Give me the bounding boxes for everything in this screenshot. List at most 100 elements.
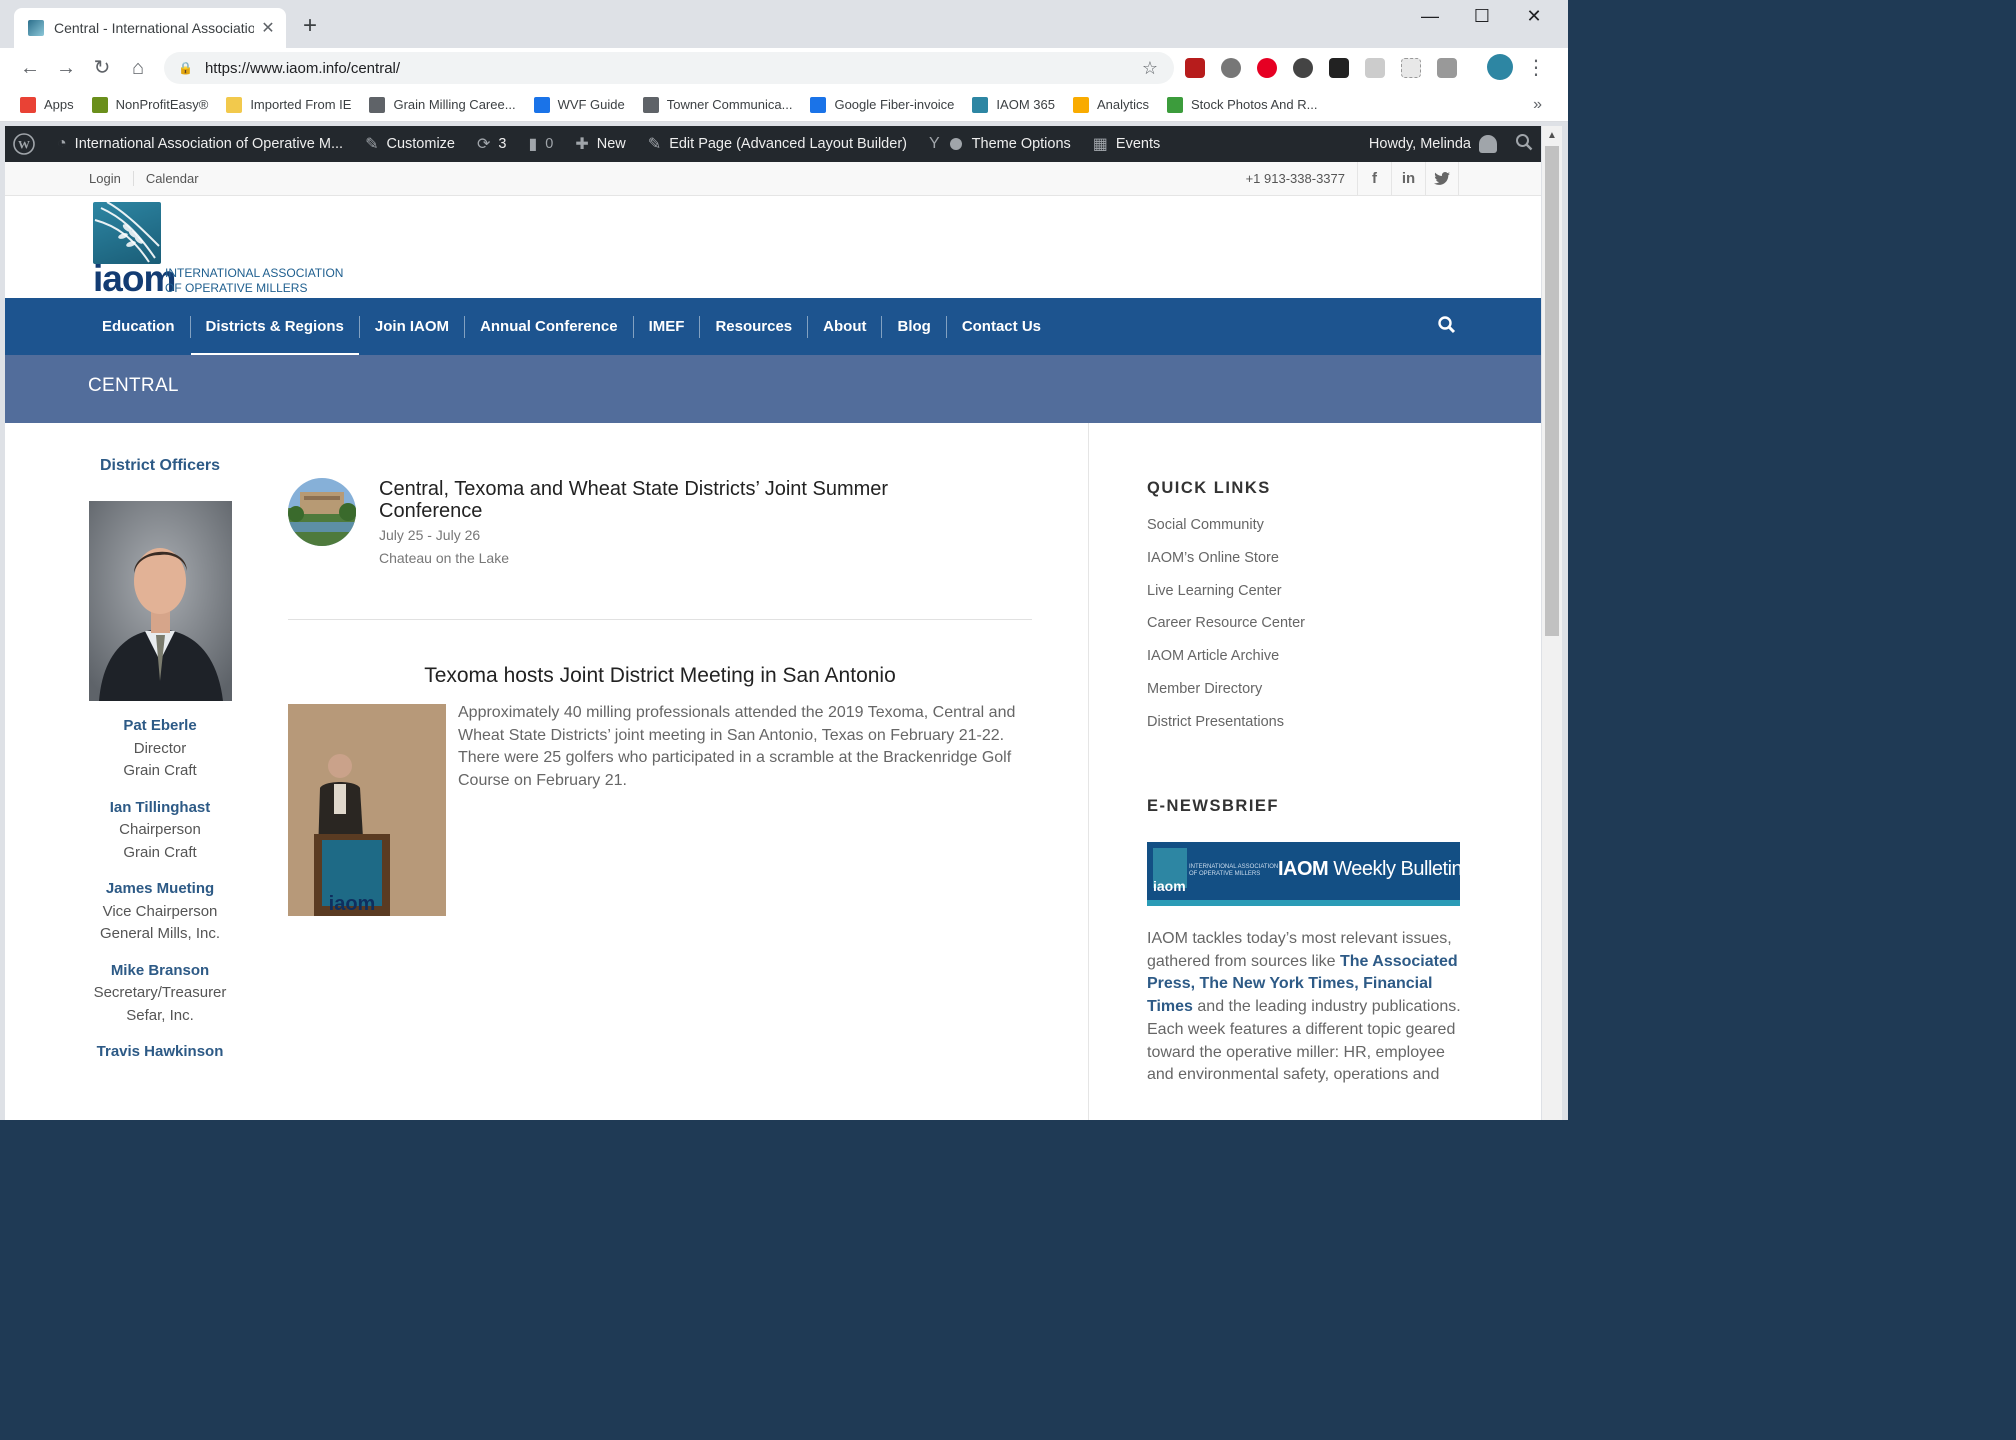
- twitter-icon[interactable]: [1425, 162, 1459, 196]
- admin-site-name[interactable]: ◔ International Association of Operative…: [57, 135, 343, 153]
- apps-grid-icon: [20, 96, 36, 113]
- extension-icon[interactable]: [1401, 58, 1421, 78]
- minimize-window-button[interactable]: —: [1406, 4, 1454, 28]
- bookmark-label: Grain Milling Caree...: [393, 97, 516, 112]
- officer-role: Chairperson: [119, 821, 201, 838]
- banner-title: IAOM Weekly Bulletin: [1278, 858, 1460, 881]
- nav-item-about[interactable]: About: [807, 315, 881, 338]
- news-photo[interactable]: iaom: [288, 704, 446, 916]
- extension-icon[interactable]: [1437, 58, 1457, 78]
- bookmark-star-icon[interactable]: ☆: [1142, 58, 1158, 79]
- maximize-window-button[interactable]: ☐: [1458, 4, 1506, 28]
- event-item[interactable]: Central, Texoma and Wheat State District…: [288, 460, 1032, 620]
- bookmark-item[interactable]: Grain Milling Caree...: [369, 96, 516, 113]
- nav-item-annual-conference[interactable]: Annual Conference: [464, 315, 633, 338]
- wordpress-logo-icon[interactable]: W: [13, 133, 35, 155]
- bookmark-item[interactable]: IAOM 365: [972, 96, 1055, 113]
- event-dates: July 25 - July 26: [379, 527, 481, 543]
- weekly-bulletin-banner[interactable]: INTERNATIONAL ASSOCIATION OF OPERATIVE M…: [1147, 842, 1460, 906]
- district-officers-heading[interactable]: District Officers: [85, 457, 235, 475]
- nav-item-imef[interactable]: IMEF: [632, 315, 700, 338]
- admin-new[interactable]: ✚ New: [575, 134, 625, 154]
- extension-icon[interactable]: [1221, 58, 1241, 78]
- admin-updates[interactable]: ⟳ 3: [477, 134, 506, 154]
- bookmark-item[interactable]: Towner Communica...: [642, 96, 792, 113]
- close-tab-icon[interactable]: ✕: [260, 18, 276, 38]
- officer-company: Grain Craft: [123, 843, 197, 861]
- folder-icon: [226, 96, 243, 113]
- nav-item-education[interactable]: Education: [87, 316, 190, 338]
- admin-comments[interactable]: ▮ 0: [528, 134, 553, 154]
- quick-link[interactable]: IAOM Article Archive: [1147, 646, 1305, 679]
- page-scrollbar[interactable]: ▲: [1542, 126, 1562, 1120]
- site-logo[interactable]: iaom INTERNATIONAL ASSOCIATION OF OPERAT…: [93, 202, 343, 299]
- nav-item-join-iaom[interactable]: Join IAOM: [358, 315, 464, 338]
- more-bookmarks-icon[interactable]: »: [1533, 96, 1542, 114]
- officer-name[interactable]: Pat Eberle: [85, 715, 235, 738]
- browser-tab[interactable]: Central - International Associatio ✕: [14, 8, 286, 48]
- logo-fullname: INTERNATIONAL ASSOCIATION OF OPERATIVE M…: [165, 266, 343, 296]
- calendar-link[interactable]: Calendar: [146, 171, 211, 186]
- admin-edit-page[interactable]: ✎ Edit Page (Advanced Layout Builder): [648, 134, 907, 154]
- pencil-icon: ✎: [647, 136, 662, 153]
- svg-text:W: W: [18, 138, 30, 152]
- event-thumbnail[interactable]: [288, 478, 356, 546]
- home-icon[interactable]: ⌂: [126, 56, 150, 80]
- news-title[interactable]: Texoma hosts Joint District Meeting in S…: [288, 664, 1032, 688]
- login-link[interactable]: Login: [89, 171, 134, 186]
- facebook-icon[interactable]: f: [1357, 162, 1391, 196]
- admin-theme-options-label: Theme Options: [971, 136, 1071, 152]
- bookmark-item[interactable]: Analytics: [1072, 96, 1149, 113]
- quick-link[interactable]: Live Learning Center: [1147, 581, 1305, 614]
- bookmark-item[interactable]: NonProfitEasy®: [91, 96, 208, 113]
- officer-name[interactable]: James Mueting: [85, 878, 235, 901]
- quick-link[interactable]: Member Directory: [1147, 679, 1305, 712]
- back-arrow-icon[interactable]: ←: [18, 56, 42, 80]
- scrollbar-thumb[interactable]: [1545, 146, 1559, 636]
- quick-link[interactable]: Social Community: [1147, 515, 1305, 548]
- pinterest-extension-icon[interactable]: [1257, 58, 1277, 78]
- event-title[interactable]: Central, Texoma and Wheat State District…: [379, 478, 979, 522]
- bookmark-item[interactable]: Google Fiber-invoice: [810, 96, 954, 113]
- user-avatar-icon[interactable]: [1479, 135, 1497, 153]
- fiber-icon: [810, 96, 827, 113]
- acrobat-extension-icon[interactable]: [1185, 58, 1205, 78]
- bookmark-item[interactable]: WVF Guide: [533, 96, 625, 113]
- page-title-bar: CENTRAL: [5, 355, 1541, 423]
- bookmark-item[interactable]: Stock Photos And R...: [1166, 96, 1318, 113]
- address-bar[interactable]: 🔒 https://www.iaom.info/central/ ☆: [164, 52, 1174, 84]
- linkedin-icon[interactable]: in: [1391, 162, 1425, 196]
- nav-item-districts-regions[interactable]: Districts & Regions: [189, 315, 360, 356]
- officer-name[interactable]: Travis Hawkinson: [85, 1041, 235, 1064]
- lock-icon: 🔒: [178, 61, 193, 75]
- scroll-up-arrow-icon[interactable]: ▲: [1547, 130, 1557, 141]
- admin-customize[interactable]: ✎ Customize: [365, 134, 455, 154]
- nav-item-resources[interactable]: Resources: [699, 315, 807, 338]
- quick-link[interactable]: Career Resource Center: [1147, 613, 1305, 646]
- search-icon[interactable]: [1437, 315, 1459, 337]
- extension-icon[interactable]: [1365, 58, 1385, 78]
- banner-small-line-2: OF OPERATIVE MILLERS: [1189, 871, 1261, 877]
- extension-icon[interactable]: [1293, 58, 1313, 78]
- forward-arrow-icon[interactable]: →: [54, 56, 78, 80]
- close-window-button[interactable]: ✕: [1510, 4, 1558, 28]
- quick-link[interactable]: IAOM’s Online Store: [1147, 548, 1305, 581]
- yoast-seo-icon[interactable]: Y: [929, 135, 962, 153]
- quick-link[interactable]: District Presentations: [1147, 712, 1305, 745]
- nav-item-contact-us[interactable]: Contact Us: [945, 315, 1056, 338]
- nav-item-blog[interactable]: Blog: [881, 315, 945, 338]
- admin-howdy[interactable]: Howdy, Melinda: [1369, 136, 1471, 152]
- reload-icon[interactable]: ↻: [90, 56, 114, 80]
- admin-events[interactable]: ▦ Events: [1093, 134, 1160, 154]
- new-tab-button[interactable]: +: [298, 14, 322, 38]
- layers-extension-icon[interactable]: [1329, 58, 1349, 78]
- officer-name[interactable]: Ian Tillinghast: [85, 797, 235, 820]
- admin-theme-options[interactable]: Theme Options: [972, 136, 1071, 152]
- profile-avatar[interactable]: [1487, 54, 1513, 80]
- officer-name[interactable]: Mike Branson: [85, 960, 235, 983]
- admin-search-icon[interactable]: [1515, 133, 1533, 155]
- bookmark-item[interactable]: Apps: [20, 96, 74, 113]
- bookmark-label: Stock Photos And R...: [1190, 97, 1318, 112]
- browser-menu-icon[interactable]: ⋮: [1524, 56, 1548, 80]
- bookmark-item[interactable]: Imported From IE: [226, 96, 351, 113]
